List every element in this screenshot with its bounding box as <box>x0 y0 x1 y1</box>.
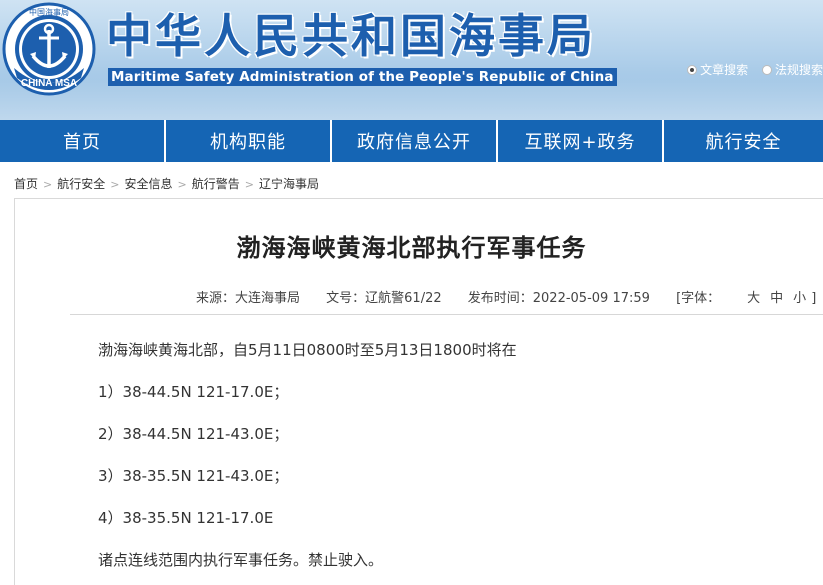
search-type-selector: 文章搜索 法规搜索 <box>677 61 823 78</box>
article-paragraph: 诸点连线范围内执行军事任务。禁止驶入。 <box>98 551 384 569</box>
article-paragraph: 2）38-44.5N 121-43.0E； <box>98 425 289 443</box>
breadcrumb-link-navigation-warnings[interactable]: 航行警告 <box>192 177 240 191</box>
font-size-control: [字体： 大中小] <box>676 291 823 306</box>
article-meta: 来源：大连海事局 文号：辽航警61/22 发布时间：2022-05-09 17:… <box>196 287 823 306</box>
article-publish-time: 发布时间：2022-05-09 17:59 <box>467 291 650 306</box>
nav-item-home[interactable]: 首页 <box>0 120 166 162</box>
site-header: CHINA MSA 中国海事局 中华人民共和国海事局 Maritime Safe… <box>0 0 823 120</box>
font-size-large-button[interactable]: 大 <box>747 291 760 306</box>
header-decoration <box>0 80 823 120</box>
nav-item-functions[interactable]: 机构职能 <box>166 120 332 162</box>
logo-top-text: 中国海事局 <box>29 7 69 17</box>
msa-emblem-icon[interactable]: CHINA MSA 中国海事局 <box>2 2 96 96</box>
breadcrumb-separator-icon: > <box>43 178 53 191</box>
radio-unselected-icon[interactable] <box>761 64 772 75</box>
search-option-articles[interactable]: 文章搜索 <box>687 61 748 78</box>
radio-selected-icon[interactable] <box>687 64 698 75</box>
nav-item-government-info[interactable]: 政府信息公开 <box>332 120 498 162</box>
font-size-label: [字体： <box>676 291 721 306</box>
breadcrumb-separator-icon: > <box>110 178 120 191</box>
article-paragraph: 3）38-35.5N 121-43.0E； <box>98 467 289 485</box>
article-paragraph: 渤海海峡黄海北部，自5月11日0800时至5月13日1800时将在 <box>98 341 517 359</box>
article-paragraph: 4）38-35.5N 121-17.0E <box>98 509 274 527</box>
search-option-label: 法规搜索 <box>774 63 823 77</box>
breadcrumb-link-navigation-safety[interactable]: 航行安全 <box>57 177 105 191</box>
article-source: 来源：大连海事局 <box>196 291 301 306</box>
article-title: 渤海海峡黄海北部执行军事任务 <box>236 234 587 262</box>
main-nav: 首页 机构职能 政府信息公开 互联网+政务 航行安全 <box>0 120 823 162</box>
font-size-small-button[interactable]: 小 <box>793 291 806 306</box>
breadcrumb-link-safety-info[interactable]: 安全信息 <box>124 177 172 191</box>
search-option-label: 文章搜索 <box>700 63 749 77</box>
breadcrumb: 首页 > 航行安全 > 安全信息 > 航行警告 > 辽宁海事局 <box>14 175 319 192</box>
site-title[interactable]: 中华人民共和国海事局 <box>106 8 596 64</box>
breadcrumb-link-home[interactable]: 首页 <box>14 177 38 191</box>
font-size-medium-button[interactable]: 中 <box>770 291 783 306</box>
breadcrumb-separator-icon: > <box>177 178 187 191</box>
article-doc-number: 文号：辽航警61/22 <box>326 291 442 306</box>
site-subtitle: Maritime Safety Administration of the Pe… <box>108 68 617 86</box>
logo-bottom-text: CHINA MSA <box>21 78 77 89</box>
search-option-regulations[interactable]: 法规搜索 <box>761 61 823 78</box>
breadcrumb-link-liaoning-msa[interactable]: 辽宁海事局 <box>259 177 319 191</box>
font-size-end: ] <box>811 291 817 306</box>
nav-item-navigation-safety[interactable]: 航行安全 <box>664 120 823 162</box>
meta-divider <box>70 314 823 315</box>
breadcrumb-separator-icon: > <box>244 178 254 191</box>
article-body: 渤海海峡黄海北部，自5月11日0800时至5月13日1800时将在 1）38-4… <box>98 336 517 585</box>
nav-item-internet-services[interactable]: 互联网+政务 <box>498 120 664 162</box>
article-paragraph: 1）38-44.5N 121-17.0E； <box>98 383 289 401</box>
